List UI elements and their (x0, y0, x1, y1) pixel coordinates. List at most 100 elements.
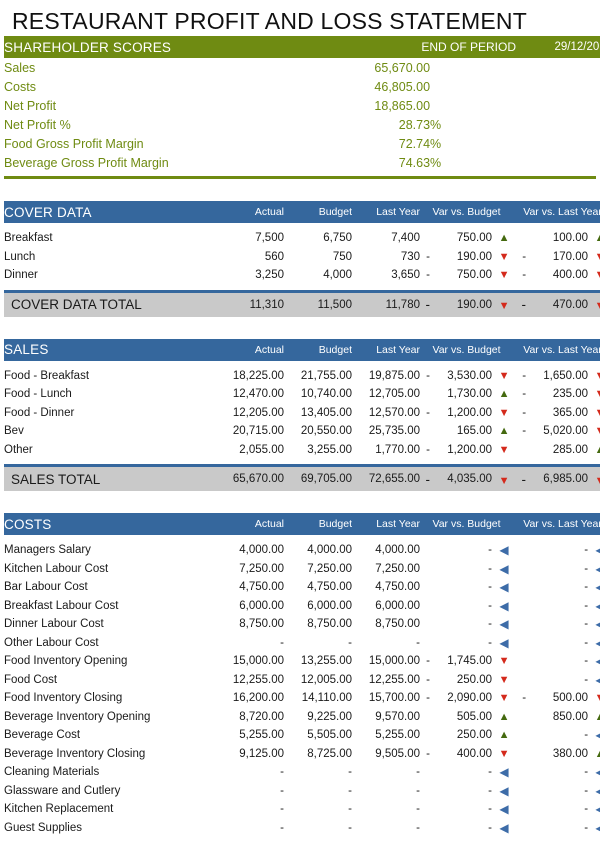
cell-var-last-year-sign (516, 541, 526, 560)
var-last-year-down-icon: ▼ (588, 467, 600, 491)
cell-var-budget-sign (420, 560, 430, 579)
cell-var-budget-value: - (430, 578, 492, 597)
column-header-last-year: Last Year (352, 201, 420, 223)
row-label: SALES TOTAL (4, 467, 216, 491)
cell-var-budget-value: 2,090.00 (430, 689, 492, 708)
var-budget-flat-icon: ◀ (492, 800, 516, 819)
row-label: Cleaning Materials (4, 763, 216, 782)
cell-var-last-year-value: 365.00 (526, 404, 588, 423)
cell-actual: 12,470.00 (216, 385, 284, 404)
cell-last-year: 730 (352, 248, 420, 267)
row-label: Food Inventory Closing (4, 689, 216, 708)
cell-budget: 4,000.00 (284, 541, 352, 560)
costs-header-row: COSTS Actual Budget Last Year Var vs. Bu… (4, 513, 600, 535)
cell-budget: 8,750.00 (284, 615, 352, 634)
cell-var-budget-sign (420, 229, 430, 248)
cell-var-budget-sign (420, 634, 430, 653)
row-label: Breakfast Labour Cost (4, 597, 216, 616)
cell-var-last-year-value: - (526, 763, 588, 782)
table-row: Guest Supplies----◀-◀ (4, 819, 600, 838)
cell-var-budget-sign: - (420, 671, 430, 690)
shareholder-scores-table: SHAREHOLDER SCORES END OF PERIOD 29/12/2… (4, 36, 600, 172)
row-label: Beverage Cost (4, 726, 216, 745)
cell-actual: - (216, 782, 284, 801)
var-last-year-down-icon: ▼ (588, 293, 600, 317)
cell-var-budget-value: - (430, 782, 492, 801)
cell-var-last-year-value: - (526, 541, 588, 560)
pnl-statement-page: RESTAURANT PROFIT AND LOSS STATEMENT SHA… (0, 0, 600, 847)
cell-var-last-year-value: 470.00 (526, 293, 588, 317)
cell-var-budget-value: 750.00 (430, 229, 492, 248)
sales-table: SALES Actual Budget Last Year Var vs. Bu… (4, 339, 600, 492)
cell-budget: 13,405.00 (284, 404, 352, 423)
cell-last-year: 5,255.00 (352, 726, 420, 745)
cell-last-year: 3,650 (352, 266, 420, 285)
table-row: Kitchen Replacement----◀-◀ (4, 800, 600, 819)
var-budget-down-icon: ▼ (492, 671, 516, 690)
cell-var-budget-value: 505.00 (430, 708, 492, 727)
cell-actual: 12,255.00 (216, 671, 284, 690)
var-last-year-flat-icon: ◀ (588, 763, 600, 782)
sales-header-row: SALES Actual Budget Last Year Var vs. Bu… (4, 339, 600, 361)
cell-var-last-year-value: 850.00 (526, 708, 588, 727)
shareholder-row-value: 74.63 (352, 153, 430, 172)
cell-budget: 6,750 (284, 229, 352, 248)
cell-var-last-year-sign (516, 578, 526, 597)
cell-var-budget-value: - (430, 597, 492, 616)
var-last-year-flat-icon: ◀ (588, 615, 600, 634)
cell-budget: - (284, 634, 352, 653)
cell-var-last-year-value: 500.00 (526, 689, 588, 708)
costs-title: COSTS (4, 513, 216, 535)
cell-budget: 10,740.00 (284, 385, 352, 404)
table-row: Managers Salary4,000.004,000.004,000.00-… (4, 541, 600, 560)
cell-actual: - (216, 819, 284, 838)
shareholder-row: Costs46,805.00 (4, 77, 600, 96)
var-budget-down-icon: ▼ (492, 248, 516, 267)
table-row: Glassware and Cutlery----◀-◀ (4, 782, 600, 801)
cell-last-year: - (352, 634, 420, 653)
column-header-var-vs-last-year: Var vs. Last Year (516, 201, 600, 223)
var-last-year-down-icon: ▼ (588, 248, 600, 267)
column-header-last-year: Last Year (352, 339, 420, 361)
cell-budget: 9,225.00 (284, 708, 352, 727)
row-label: Guest Supplies (4, 819, 216, 838)
shareholder-row-label: Net Profit % (4, 115, 352, 134)
column-header-budget: Budget (284, 513, 352, 535)
cell-var-budget-sign: - (420, 248, 430, 267)
column-header-actual: Actual (216, 513, 284, 535)
cell-actual: 11,310 (216, 293, 284, 317)
table-row: Food Cost12,255.0012,005.0012,255.00-250… (4, 671, 600, 690)
table-row: Food Inventory Closing16,200.0014,110.00… (4, 689, 600, 708)
var-last-year-down-icon: ▼ (588, 422, 600, 441)
shareholder-row-value: 28.73 (352, 115, 430, 134)
cell-var-budget-sign (420, 385, 430, 404)
table-row: Dinner3,2504,0003,650-750.00▼-400.00▼ (4, 266, 600, 285)
var-budget-up-icon: ▲ (492, 229, 516, 248)
var-last-year-flat-icon: ◀ (588, 800, 600, 819)
cell-actual: 18,225.00 (216, 367, 284, 386)
shareholder-header-row: SHAREHOLDER SCORES END OF PERIOD 29/12/2… (4, 36, 600, 58)
cell-actual: 65,670.00 (216, 467, 284, 491)
cell-last-year: 12,705.00 (352, 385, 420, 404)
cell-var-last-year-sign: - (516, 404, 526, 423)
cell-var-last-year-sign: - (516, 385, 526, 404)
table-row: Lunch560750730-190.00▼-170.00▼ (4, 248, 600, 267)
var-last-year-flat-icon: ◀ (588, 560, 600, 579)
cell-var-budget-value: - (430, 634, 492, 653)
cell-var-last-year-value: 6,985.00 (526, 467, 588, 491)
cell-budget: 7,250.00 (284, 560, 352, 579)
cell-var-last-year-sign (516, 782, 526, 801)
cell-budget: - (284, 819, 352, 838)
var-last-year-down-icon: ▼ (588, 404, 600, 423)
cell-actual: - (216, 634, 284, 653)
column-header-budget: Budget (284, 339, 352, 361)
row-label: Lunch (4, 248, 216, 267)
cell-budget: 5,505.00 (284, 726, 352, 745)
cell-budget: - (284, 800, 352, 819)
cell-budget: - (284, 782, 352, 801)
cell-actual: 2,055.00 (216, 441, 284, 460)
shareholder-row-label: Sales (4, 58, 352, 77)
cell-budget: 11,500 (284, 293, 352, 317)
var-budget-up-icon: ▲ (492, 708, 516, 727)
cell-var-budget-value: 1,200.00 (430, 441, 492, 460)
